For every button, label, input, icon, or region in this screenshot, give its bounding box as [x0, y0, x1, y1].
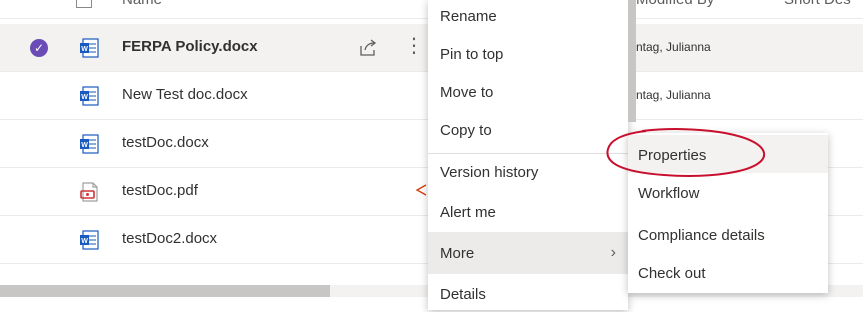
- modified-by: ntag, Julianna: [636, 88, 711, 102]
- menu-item-pin-to-top[interactable]: Pin to top: [428, 36, 628, 72]
- menu-item-move-to[interactable]: Move to: [428, 74, 628, 110]
- menu-item-alert-me[interactable]: Alert me: [428, 194, 628, 230]
- menu-item-more[interactable]: More ›: [428, 232, 628, 274]
- file-name[interactable]: testDoc2.docx: [122, 230, 217, 247]
- more-vertical-icon[interactable]: ⋮: [404, 34, 424, 58]
- menu-item-version-history[interactable]: Version history: [428, 154, 628, 190]
- menu-item-copy-to[interactable]: Copy to: [428, 112, 628, 148]
- svg-text:W: W: [81, 238, 88, 245]
- word-doc-icon: W: [80, 86, 99, 106]
- checkmark-icon[interactable]: ✓: [30, 39, 48, 57]
- scrollbar-thumb[interactable]: [0, 285, 330, 297]
- file-name[interactable]: testDoc.docx: [122, 134, 209, 151]
- svg-text:W: W: [81, 142, 88, 149]
- menu-item-rename[interactable]: Rename: [428, 0, 628, 34]
- svg-text:W: W: [81, 46, 88, 53]
- submenu-item-workflow[interactable]: Workflow: [628, 173, 828, 211]
- word-doc-icon: W: [80, 134, 99, 154]
- menu-item-details[interactable]: Details: [428, 276, 628, 312]
- word-doc-icon: W: [80, 38, 99, 58]
- context-menu: Rename Pin to top Move to Copy to Versio…: [428, 0, 628, 310]
- file-name[interactable]: testDoc.pdf: [122, 182, 198, 199]
- modified-by: ntag, Julianna: [636, 40, 711, 54]
- file-name[interactable]: FERPA Policy.docx: [122, 38, 258, 55]
- svg-text:W: W: [81, 94, 88, 101]
- file-type-column-icon[interactable]: [76, 0, 92, 8]
- column-header-name[interactable]: Name: [122, 0, 162, 8]
- word-doc-icon: W: [80, 230, 99, 250]
- pdf-doc-icon: [80, 182, 98, 202]
- file-name[interactable]: New Test doc.docx: [122, 86, 248, 103]
- column-header-description[interactable]: Short Des: [784, 0, 851, 8]
- submenu-item-compliance-details[interactable]: Compliance details: [628, 215, 828, 253]
- submenu-item-check-out[interactable]: Check out: [628, 253, 828, 291]
- submenu-item-properties[interactable]: Properties: [628, 135, 828, 173]
- menu-scrollbar-thumb[interactable]: [628, 0, 636, 122]
- share-icon[interactable]: [358, 38, 378, 58]
- more-submenu: Properties Workflow Compliance details C…: [628, 133, 828, 293]
- column-header-modified-by[interactable]: Modified By: [636, 0, 714, 8]
- chevron-right-icon: ›: [610, 244, 616, 261]
